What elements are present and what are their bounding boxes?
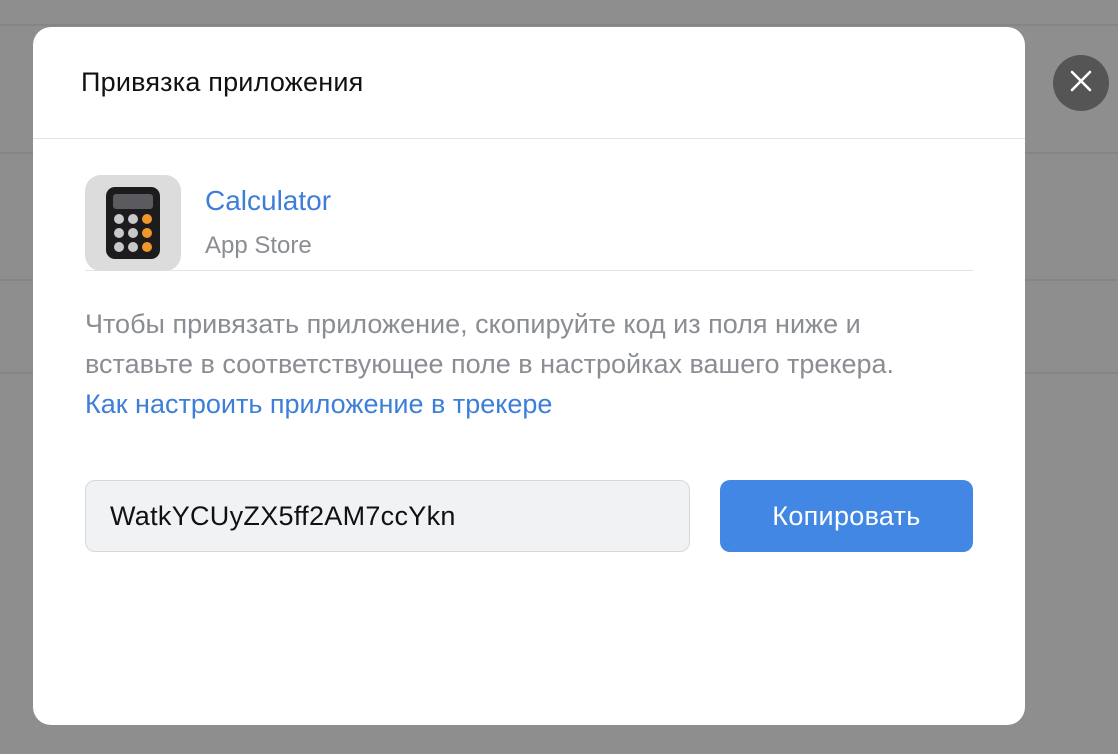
link-app-dialog: Привязка приложения Calculator App Store…	[33, 27, 1025, 725]
dialog-body: Calculator App Store Чтобы привязать при…	[33, 139, 1025, 552]
dialog-title: Привязка приложения	[81, 67, 364, 97]
app-source: App Store	[205, 232, 312, 259]
calculator-icon	[85, 175, 181, 271]
instructions-text: Чтобы привязать приложение, скопируйте к…	[85, 309, 895, 379]
dialog-header: Привязка приложения	[33, 27, 1025, 139]
code-field[interactable]	[85, 480, 690, 552]
background-divider	[0, 24, 1118, 26]
instructions: Чтобы привязать приложение, скопируйте к…	[85, 304, 975, 424]
close-button[interactable]	[1053, 55, 1109, 111]
app-name-link[interactable]: Calculator	[205, 183, 331, 219]
app-meta: Calculator App Store	[205, 175, 331, 261]
help-link[interactable]: Как настроить приложение в трекере	[85, 384, 975, 424]
app-info: Calculator App Store	[85, 139, 973, 271]
code-row: Копировать	[85, 480, 973, 552]
close-icon	[1069, 69, 1093, 98]
copy-button[interactable]: Копировать	[720, 480, 973, 552]
